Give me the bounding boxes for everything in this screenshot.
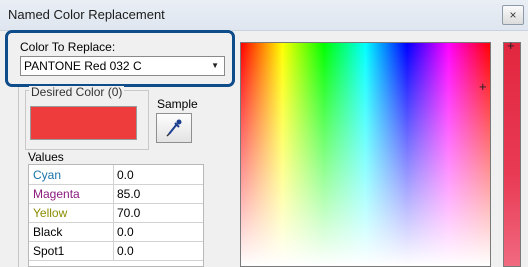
values-row-input[interactable]: 85.0 — [113, 184, 204, 203]
color-to-replace-select[interactable]: PANTONE Red 032 C ▼ — [20, 56, 225, 76]
values-row-input[interactable]: 0.0 — [113, 165, 204, 184]
color-spectrum-picker[interactable] — [240, 42, 491, 267]
values-row-name: Cyan — [33, 168, 62, 182]
eyedropper-icon — [166, 119, 182, 140]
title-bar: Named Color Replacement × — [0, 0, 528, 31]
color-slider-strip[interactable] — [503, 42, 521, 267]
values-row-input[interactable]: 0.0 — [113, 241, 204, 260]
values-row-name: Magenta — [33, 187, 80, 201]
sample-button[interactable] — [156, 113, 192, 143]
crosshair-icon: + — [479, 79, 487, 94]
values-row: Spot1 0.0 — [29, 241, 203, 261]
values-row: Yellow 70.0 — [29, 203, 203, 223]
values-row: Magenta 85.0 — [29, 184, 203, 204]
values-row: Black 0.0 — [29, 222, 203, 242]
values-row-input[interactable]: 0.0 — [113, 222, 204, 241]
values-label: Values — [28, 150, 64, 164]
values-row: Cyan 0.0 — [29, 165, 203, 185]
values-row-name: Yellow — [33, 206, 68, 220]
values-row-input[interactable]: 70.0 — [113, 203, 204, 222]
values-row-value: 0.0 — [117, 168, 134, 182]
desired-color-swatch[interactable] — [30, 106, 137, 140]
values-row-value: 0.0 — [117, 225, 134, 239]
values-row-value: 85.0 — [117, 187, 141, 201]
window-title: Named Color Replacement — [8, 7, 165, 22]
selected-color-value: PANTONE Red 032 C — [24, 59, 142, 73]
values-row-name: Spot1 — [33, 244, 65, 258]
values-row-name: Black — [33, 225, 63, 239]
values-row-value: 0.0 — [117, 244, 134, 258]
close-button[interactable]: × — [502, 5, 524, 25]
slider-marker-icon[interactable]: + — [507, 39, 515, 52]
desired-color-label: Desired Color (0) — [29, 85, 125, 99]
chevron-down-icon[interactable]: ▼ — [211, 61, 219, 70]
values-row-value: 70.0 — [117, 206, 141, 220]
color-to-replace-label: Color To Replace: — [20, 40, 116, 54]
values-table: Cyan 0.0 Magenta 85.0 Yellow 70.0 Black 0.0 Spot… — [28, 164, 204, 267]
sample-label: Sample — [157, 97, 198, 111]
